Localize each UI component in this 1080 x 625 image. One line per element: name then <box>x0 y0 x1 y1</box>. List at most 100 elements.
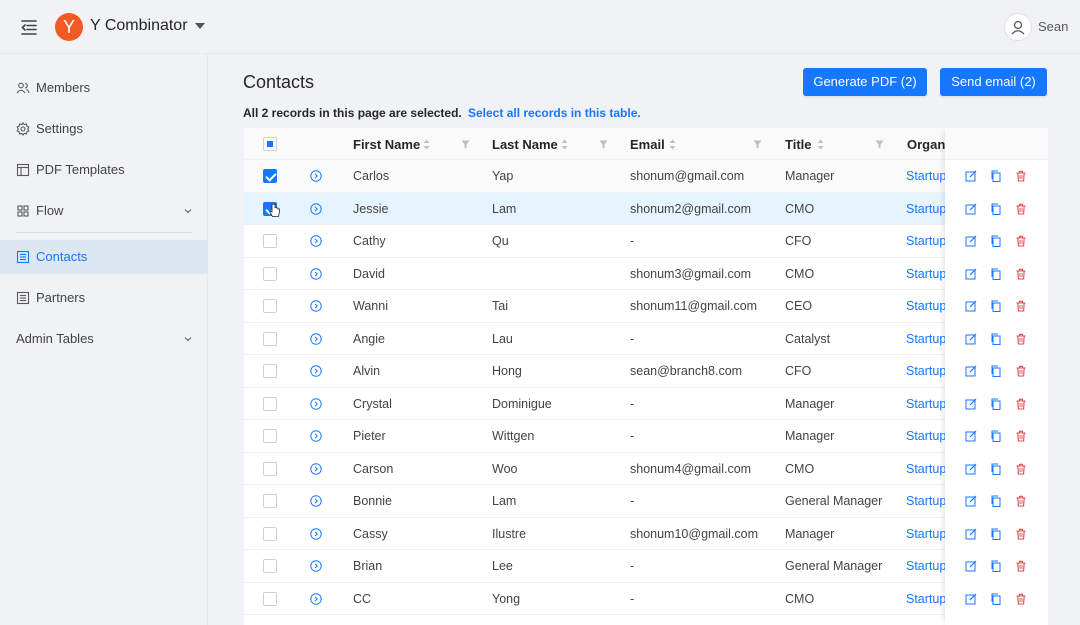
edit-icon[interactable] <box>965 560 977 572</box>
copy-icon[interactable] <box>990 398 1002 410</box>
delete-icon[interactable] <box>1015 333 1027 345</box>
copy-icon[interactable] <box>990 170 1002 182</box>
table-row[interactable]: Brian Lee - General Manager Startup <box>244 550 1048 583</box>
edit-icon[interactable] <box>965 430 977 442</box>
expand-row-icon[interactable] <box>310 300 322 312</box>
menu-fold-icon[interactable] <box>18 16 40 38</box>
send-email-button[interactable]: Send email (2) <box>940 68 1047 96</box>
user-name[interactable]: Sean <box>1038 19 1068 34</box>
copy-icon[interactable] <box>990 333 1002 345</box>
expand-row-icon[interactable] <box>310 495 322 507</box>
avatar[interactable] <box>1004 13 1032 41</box>
edit-icon[interactable] <box>965 170 977 182</box>
cell-organization-link[interactable]: Startup <box>906 429 946 443</box>
row-checkbox[interactable] <box>263 266 277 281</box>
sort-icon[interactable] <box>561 139 568 150</box>
expand-row-icon[interactable] <box>310 397 322 410</box>
column-header-email[interactable]: Email <box>630 137 665 152</box>
copy-icon[interactable] <box>990 495 1002 507</box>
cell-organization-link[interactable]: Startup <box>906 202 946 216</box>
filter-icon[interactable] <box>753 140 762 149</box>
filter-icon[interactable] <box>599 140 608 149</box>
column-header-organization[interactable]: Organi <box>907 137 946 152</box>
edit-icon[interactable] <box>965 528 977 540</box>
table-row[interactable]: Alvin Hong sean@branch8.com CFO Startup <box>244 355 1048 388</box>
row-checkbox[interactable] <box>263 559 277 573</box>
copy-icon[interactable] <box>990 593 1002 605</box>
row-checkbox[interactable] <box>263 396 277 411</box>
select-all-checkbox[interactable] <box>263 137 277 151</box>
delete-icon[interactable] <box>1015 528 1027 540</box>
generate-pdf-button[interactable]: Generate PDF (2) <box>803 68 927 96</box>
delete-icon[interactable] <box>1015 593 1027 605</box>
expand-row-icon[interactable] <box>310 462 322 475</box>
table-row[interactable]: Cassy Ilustre shonum10@gmail.com Manager Sta… <box>244 518 1048 550</box>
expand-row-icon[interactable] <box>310 170 322 182</box>
edit-icon[interactable] <box>965 333 977 345</box>
delete-icon[interactable] <box>1015 560 1027 572</box>
table-row[interactable]: Wanni Tai shonum11@gmail.com CEO Startup <box>244 290 1048 323</box>
delete-icon[interactable] <box>1015 430 1027 442</box>
table-row[interactable]: Carlos Yap shonum@gmail.com Manager Startup <box>244 160 1048 193</box>
expand-row-icon[interactable] <box>310 592 322 605</box>
copy-icon[interactable] <box>990 268 1002 280</box>
expand-row-icon[interactable] <box>310 527 322 540</box>
company-name[interactable]: Y Combinator <box>90 17 188 35</box>
edit-icon[interactable] <box>965 593 977 605</box>
filter-icon[interactable] <box>875 140 884 149</box>
delete-icon[interactable] <box>1015 170 1027 182</box>
expand-row-icon[interactable] <box>310 202 322 215</box>
delete-icon[interactable] <box>1015 495 1027 507</box>
sidebar-item-admin-tables[interactable]: Admin Tables <box>0 322 208 356</box>
cell-organization-link[interactable]: Startup <box>906 234 946 248</box>
table-row[interactable]: Cathy Qu - CFO Startup <box>244 225 1048 258</box>
sidebar-item-members[interactable]: Members <box>0 71 208 105</box>
sort-icon[interactable] <box>423 139 430 150</box>
table-row[interactable]: Bonnie Lam - General Manager Startup <box>244 485 1048 518</box>
edit-icon[interactable] <box>965 203 977 215</box>
expand-row-icon[interactable] <box>310 365 322 377</box>
row-checkbox[interactable] <box>263 169 277 183</box>
table-row[interactable]: Pieter Wittgen - Manager Startup <box>244 420 1048 453</box>
row-checkbox[interactable] <box>263 591 277 606</box>
expand-row-icon[interactable] <box>310 332 322 345</box>
row-checkbox[interactable] <box>263 526 277 541</box>
cell-organization-link[interactable]: Startup <box>906 462 946 476</box>
sort-icon[interactable] <box>817 139 824 150</box>
column-header-title[interactable]: Title <box>785 137 812 152</box>
copy-icon[interactable] <box>990 300 1002 312</box>
copy-icon[interactable] <box>990 463 1002 475</box>
cell-organization-link[interactable]: Startup <box>906 169 946 183</box>
edit-icon[interactable] <box>965 398 977 410</box>
table-row[interactable]: David shonum3@gmail.com CMO Startup <box>244 258 1048 290</box>
delete-icon[interactable] <box>1015 398 1027 410</box>
delete-icon[interactable] <box>1015 203 1027 215</box>
table-row[interactable]: Jessie Lam shonum2@gmail.com CMO Startup <box>244 192 1048 225</box>
sidebar-item-flow[interactable]: Flow <box>0 194 208 228</box>
column-header-first-name[interactable]: First Name <box>353 137 420 152</box>
expand-row-icon[interactable] <box>310 235 322 247</box>
sidebar-item-pdf-templates[interactable]: PDF Templates <box>0 153 208 187</box>
filter-icon[interactable] <box>461 140 470 149</box>
row-checkbox[interactable] <box>263 429 277 443</box>
table-row[interactable]: Crystal Dominigue - Manager Startup <box>244 388 1048 420</box>
row-checkbox[interactable] <box>263 299 277 313</box>
column-header-last-name[interactable]: Last Name <box>492 137 558 152</box>
table-row[interactable]: CC Yong - CMO Startup <box>244 583 1048 615</box>
select-all-records-link[interactable]: Select all records in this table. <box>468 106 641 120</box>
expand-row-icon[interactable] <box>310 267 322 280</box>
expand-row-icon[interactable] <box>310 560 322 572</box>
delete-icon[interactable] <box>1015 300 1027 312</box>
delete-icon[interactable] <box>1015 235 1027 247</box>
cell-organization-link[interactable]: Startup <box>906 494 946 508</box>
cell-organization-link[interactable]: Startup <box>906 299 946 313</box>
edit-icon[interactable] <box>965 235 977 247</box>
row-checkbox[interactable] <box>263 331 277 346</box>
caret-down-icon[interactable] <box>195 23 205 29</box>
copy-icon[interactable] <box>990 430 1002 442</box>
expand-row-icon[interactable] <box>310 430 322 442</box>
row-checkbox[interactable] <box>263 461 277 476</box>
sidebar-item-settings[interactable]: Settings <box>0 112 208 146</box>
copy-icon[interactable] <box>990 560 1002 572</box>
copy-icon[interactable] <box>990 528 1002 540</box>
